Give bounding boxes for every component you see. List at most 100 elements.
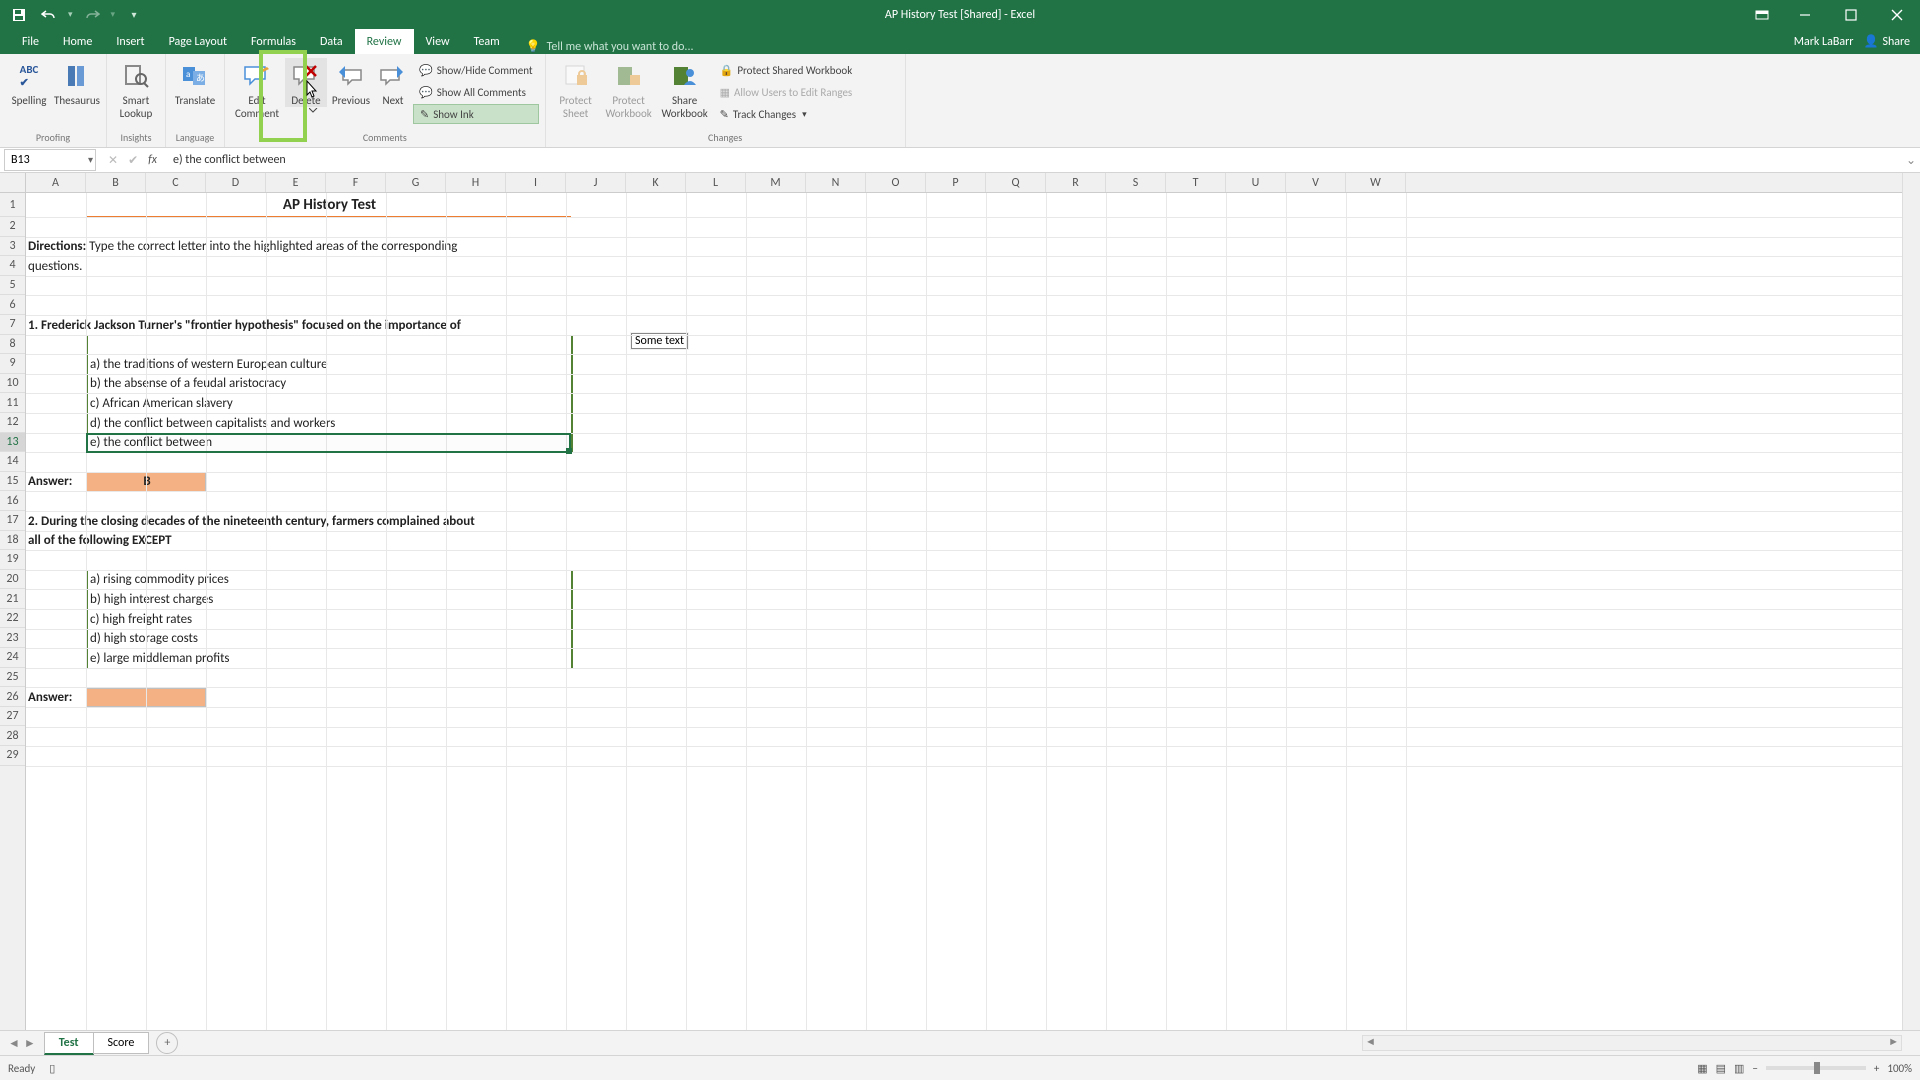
save-icon[interactable] [8, 4, 30, 26]
row-header[interactable]: 7 [0, 315, 25, 335]
row-headers[interactable]: 1234567891011121314151617181920212223242… [0, 193, 26, 1030]
select-all-corner[interactable] [0, 173, 26, 193]
name-box[interactable]: B13 ▾ [4, 149, 96, 171]
spelling-button[interactable]: ABC✔ Spelling [6, 58, 52, 107]
tab-review[interactable]: Review [355, 29, 414, 54]
column-header[interactable]: P [926, 173, 986, 192]
formula-input[interactable]: e) the conflict between [169, 153, 1902, 167]
minimize-icon[interactable] [1782, 0, 1828, 29]
row-header[interactable]: 19 [0, 550, 25, 570]
column-headers[interactable]: ABCDEFGHIJKLMNOPQRSTUVW [26, 173, 1902, 193]
row-header[interactable]: 12 [0, 413, 25, 433]
column-header[interactable]: F [326, 173, 386, 192]
row-header[interactable]: 18 [0, 531, 25, 551]
protect-shared-workbook-button[interactable]: 🔒Protect Shared Workbook [714, 60, 859, 80]
column-header[interactable]: I [506, 173, 566, 192]
close-icon[interactable] [1874, 0, 1920, 29]
column-header[interactable]: W [1346, 173, 1406, 192]
row-header[interactable]: 6 [0, 295, 25, 315]
column-header[interactable]: R [1046, 173, 1106, 192]
spreadsheet-grid[interactable]: ABCDEFGHIJKLMNOPQRSTUVW 1234567891011121… [0, 173, 1920, 1030]
row-header[interactable]: 5 [0, 276, 25, 296]
row-header[interactable]: 24 [0, 648, 25, 668]
row-header[interactable]: 1 [0, 193, 25, 217]
page-layout-view-icon[interactable]: ▤ [1716, 1062, 1726, 1075]
expand-formula-bar-icon[interactable]: ⌄ [1902, 153, 1920, 168]
row-header[interactable]: 4 [0, 256, 25, 276]
sheet-tab-score[interactable]: Score [93, 1032, 150, 1054]
show-all-comments-button[interactable]: 💬Show All Comments [413, 82, 539, 102]
column-header[interactable]: J [566, 173, 626, 192]
row-header[interactable]: 27 [0, 707, 25, 727]
show-hide-comment-button[interactable]: 💬Show/Hide Comment [413, 60, 539, 80]
column-header[interactable]: B [86, 173, 146, 192]
row-header[interactable]: 25 [0, 668, 25, 688]
row-header[interactable]: 9 [0, 354, 25, 374]
row-header[interactable]: 29 [0, 746, 25, 766]
protect-workbook-button[interactable]: Protect Workbook [602, 58, 656, 120]
previous-comment-button[interactable]: Previous [329, 58, 373, 107]
tab-formulas[interactable]: Formulas [239, 29, 308, 54]
column-header[interactable]: H [446, 173, 506, 192]
row-header[interactable]: 28 [0, 726, 25, 746]
tab-home[interactable]: Home [51, 29, 104, 54]
new-sheet-button[interactable]: + [156, 1032, 178, 1054]
row-header[interactable]: 8 [0, 335, 25, 355]
page-break-view-icon[interactable]: ▥ [1734, 1062, 1744, 1075]
sheet-nav-next-icon[interactable]: ► [24, 1036, 36, 1051]
row-header[interactable]: 17 [0, 511, 25, 531]
row-header[interactable]: 21 [0, 589, 25, 609]
show-ink-button[interactable]: ✎Show Ink [413, 104, 539, 124]
column-header[interactable]: D [206, 173, 266, 192]
grid-cells[interactable]: AP History Test Directions: Type the cor… [26, 193, 1902, 1030]
column-header[interactable]: T [1166, 173, 1226, 192]
share-button[interactable]: 👤 Share [1863, 34, 1910, 49]
next-comment-button[interactable]: Next [375, 58, 411, 107]
tab-data[interactable]: Data [308, 29, 355, 54]
tab-team[interactable]: Team [462, 29, 512, 54]
row-header[interactable]: 22 [0, 609, 25, 629]
chevron-down-icon[interactable]: ▾ [88, 153, 93, 166]
row-header[interactable]: 16 [0, 491, 25, 511]
protect-sheet-button[interactable]: Protect Sheet [552, 58, 600, 120]
macro-record-icon[interactable]: ▯ [49, 1062, 55, 1075]
tab-page-layout[interactable]: Page Layout [157, 29, 239, 54]
column-header[interactable]: G [386, 173, 446, 192]
row-header[interactable]: 14 [0, 452, 25, 472]
row-header[interactable]: 15 [0, 472, 25, 492]
tab-insert[interactable]: Insert [104, 29, 156, 54]
normal-view-icon[interactable]: ▦ [1697, 1062, 1707, 1075]
row-header[interactable]: 2 [0, 217, 25, 237]
sheet-nav-prev-icon[interactable]: ◄ [8, 1036, 20, 1051]
column-header[interactable]: N [806, 173, 866, 192]
redo-icon[interactable] [81, 4, 103, 26]
row-header[interactable]: 3 [0, 237, 25, 257]
signed-in-user[interactable]: Mark LaBarr [1794, 35, 1854, 49]
column-header[interactable]: U [1226, 173, 1286, 192]
row-header[interactable]: 20 [0, 570, 25, 590]
column-header[interactable]: Q [986, 173, 1046, 192]
fx-icon[interactable]: fx [148, 153, 157, 167]
row-header[interactable]: 10 [0, 374, 25, 394]
undo-icon[interactable] [38, 4, 60, 26]
sheet-tab-test[interactable]: Test [44, 1032, 94, 1055]
column-header[interactable]: S [1106, 173, 1166, 192]
share-workbook-button[interactable]: Share Workbook [658, 58, 712, 120]
tab-view[interactable]: View [414, 29, 462, 54]
zoom-level[interactable]: 100% [1887, 1062, 1912, 1075]
column-header[interactable]: L [686, 173, 746, 192]
thesaurus-button[interactable]: Thesaurus [54, 58, 100, 107]
maximize-icon[interactable] [1828, 0, 1874, 29]
horizontal-scrollbar[interactable]: ◄ ► [1362, 1035, 1902, 1051]
row-header[interactable]: 13 [0, 433, 25, 453]
track-changes-button[interactable]: ✎Track Changes▾ [714, 104, 859, 124]
delete-comment-button[interactable]: Delete [285, 58, 327, 107]
column-header[interactable]: E [266, 173, 326, 192]
vertical-scrollbar[interactable] [1902, 173, 1920, 1030]
column-header[interactable]: A [26, 173, 86, 192]
zoom-slider[interactable] [1766, 1066, 1866, 1070]
row-header[interactable]: 23 [0, 628, 25, 648]
column-header[interactable]: V [1286, 173, 1346, 192]
tell-me-search[interactable]: 💡 Tell me what you want to do... [512, 39, 694, 54]
zoom-in-icon[interactable]: + [1874, 1062, 1879, 1075]
